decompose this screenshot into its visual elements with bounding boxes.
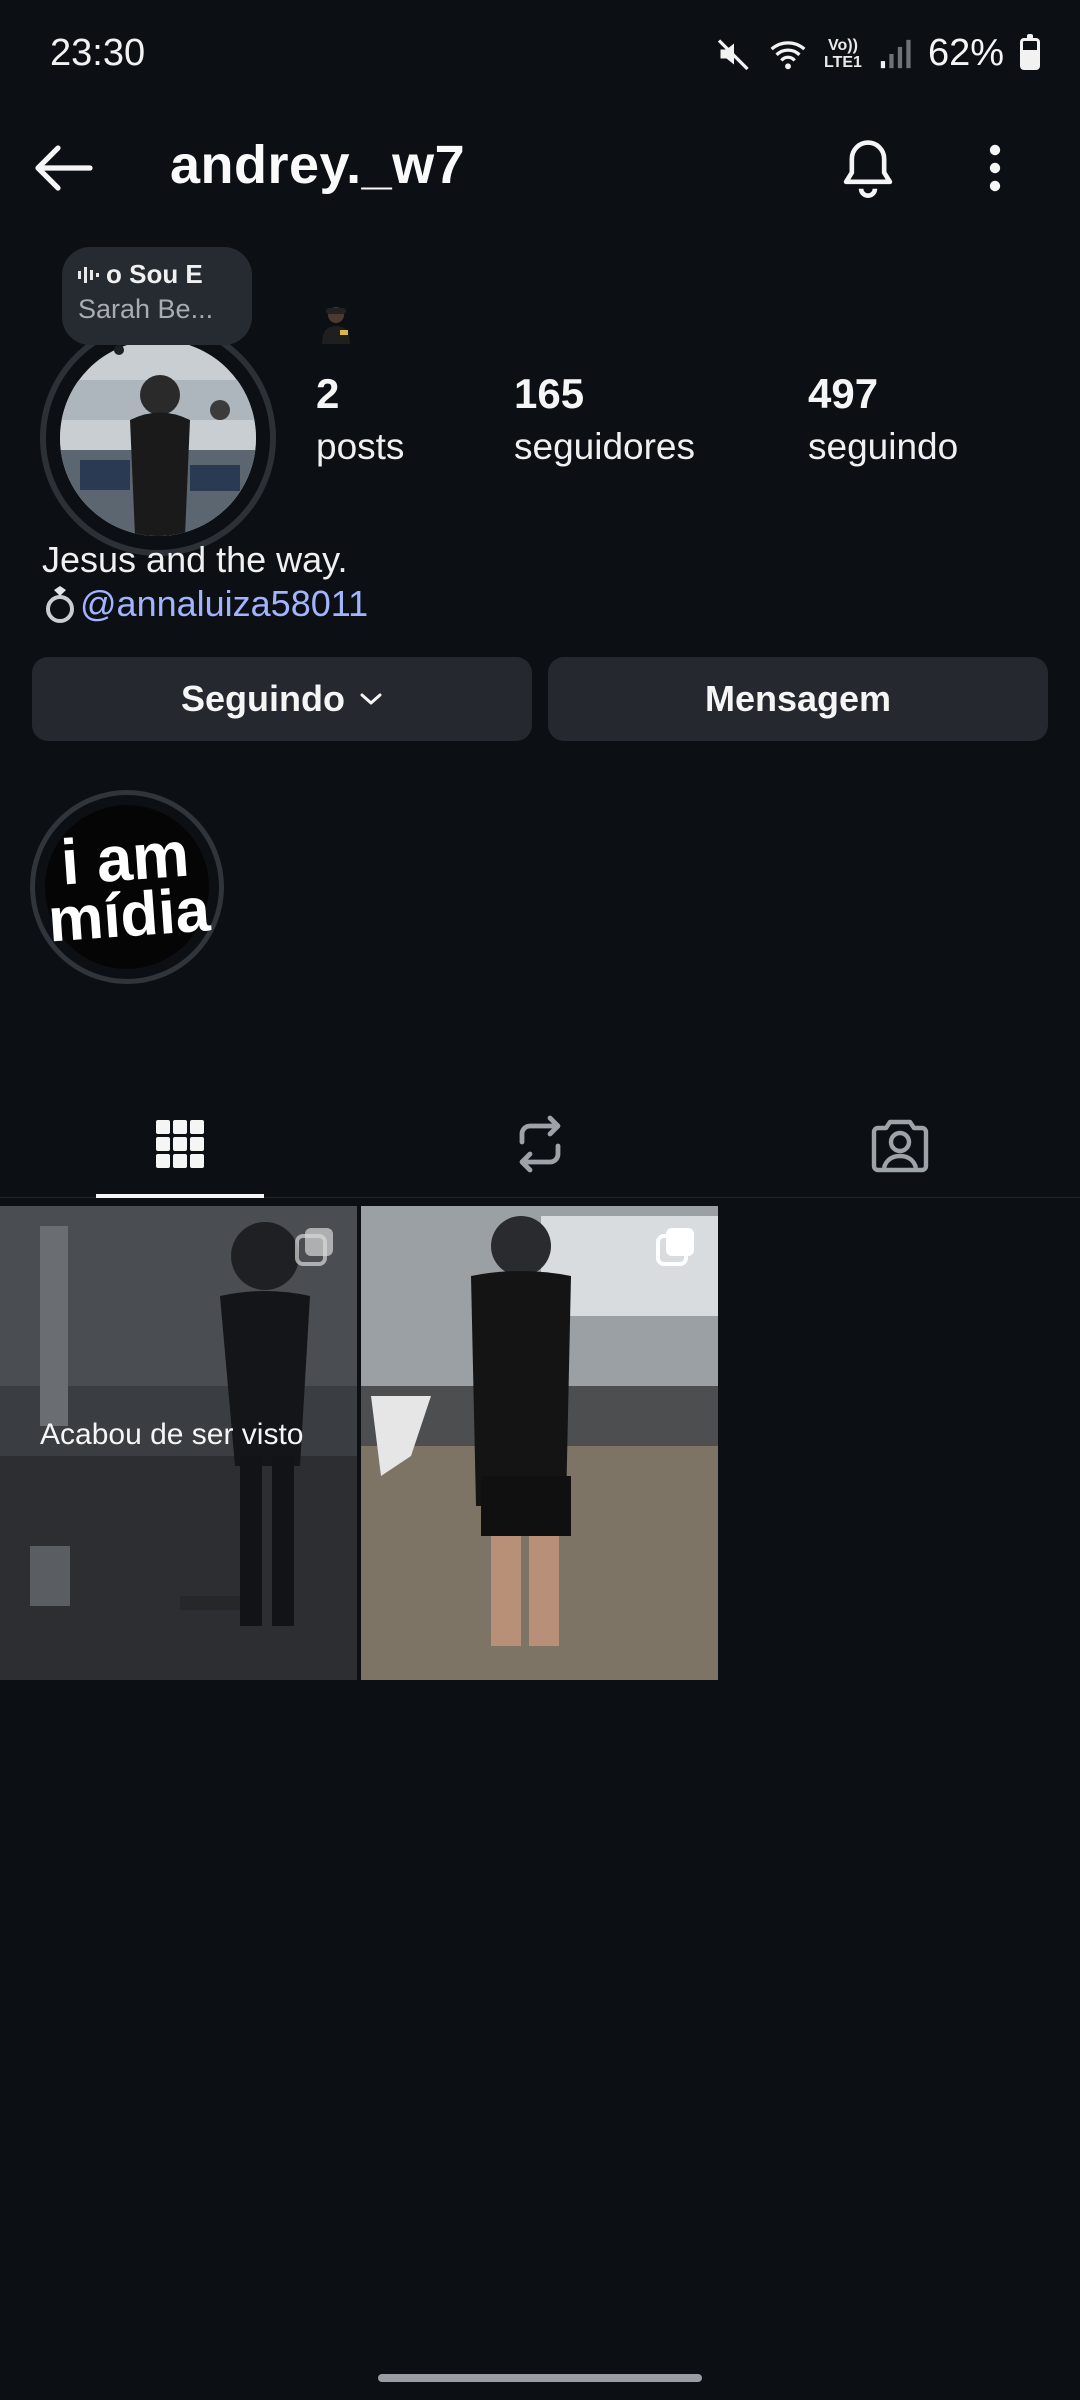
tab-posts-grid[interactable] bbox=[0, 1090, 360, 1198]
highlight-cover: i am mídia bbox=[45, 805, 213, 969]
stat-following[interactable]: 497 seguindo bbox=[808, 370, 958, 468]
lte-indicator: Vo)) LTE1 bbox=[824, 37, 862, 71]
lte-top: Vo)) bbox=[828, 36, 858, 54]
top-nav: andrey._w7 bbox=[0, 110, 1080, 220]
battery-icon bbox=[1020, 33, 1040, 70]
following-button[interactable]: Seguindo bbox=[32, 657, 532, 741]
posts-count: 2 bbox=[316, 370, 340, 417]
active-tab-indicator bbox=[96, 1194, 264, 1198]
stat-followers[interactable]: 165 seguidores bbox=[514, 370, 695, 468]
avatar bbox=[60, 340, 256, 536]
notifications-button[interactable] bbox=[830, 130, 906, 206]
followers-label: seguidores bbox=[514, 426, 696, 467]
music-title: o Sou E bbox=[106, 259, 203, 289]
status-icons: Vo)) LTE1 62% bbox=[716, 32, 1040, 75]
multi-photo-icon bbox=[295, 1228, 333, 1266]
post-image-2 bbox=[361, 1206, 718, 1680]
posts-label: posts bbox=[316, 426, 405, 467]
bio-line: Jesus and the way. bbox=[42, 539, 348, 580]
signal-icon bbox=[878, 37, 912, 71]
home-indicator[interactable] bbox=[378, 2374, 702, 2382]
followers-count: 165 bbox=[514, 370, 585, 417]
profile-bio: Jesus and the way. @annaluiza58011 bbox=[42, 538, 368, 626]
repost-icon bbox=[519, 1115, 561, 1173]
more-options-button[interactable] bbox=[960, 130, 1030, 206]
profile-avatar-ring[interactable] bbox=[40, 320, 276, 556]
grid-icon bbox=[156, 1120, 204, 1168]
back-button[interactable] bbox=[28, 132, 100, 204]
profile-tabs bbox=[0, 1090, 1080, 1198]
highlight-text-line2: mídia bbox=[45, 875, 213, 956]
lte-bottom: LTE1 bbox=[824, 53, 862, 71]
message-button-label: Mensagem bbox=[704, 678, 892, 719]
message-button[interactable]: Mensagem bbox=[548, 657, 1048, 741]
following-button-label: Seguindo bbox=[181, 678, 345, 719]
following-label: seguindo bbox=[808, 426, 959, 467]
ring-icon bbox=[46, 586, 74, 623]
battery-percent: 62% bbox=[927, 32, 1004, 74]
status-bar: 23:30 Vo)) LTE1 62% bbox=[0, 0, 1080, 110]
back-arrow-icon bbox=[35, 145, 93, 191]
post-thumbnail-1[interactable]: Acabou de ser visto bbox=[0, 1206, 357, 1680]
status-time: 23:30 bbox=[50, 32, 146, 74]
more-vertical-icon bbox=[989, 144, 1001, 192]
story-highlight[interactable]: i am mídia bbox=[30, 790, 224, 984]
tab-tagged[interactable] bbox=[720, 1090, 1080, 1198]
bell-icon bbox=[843, 140, 893, 198]
music-bars-icon bbox=[78, 266, 99, 283]
bio-mention-link[interactable]: @annaluiza58011 bbox=[80, 582, 368, 626]
tab-reposts[interactable] bbox=[360, 1090, 720, 1198]
wifi-icon bbox=[768, 36, 808, 72]
multi-photo-icon bbox=[656, 1228, 694, 1266]
following-count: 497 bbox=[808, 370, 879, 417]
person-emoji-icon bbox=[318, 304, 354, 344]
mute-icon bbox=[716, 36, 752, 72]
post-thumbnail-2[interactable] bbox=[361, 1206, 718, 1680]
post-overlay-label: Acabou de ser visto bbox=[40, 1418, 304, 1451]
stat-posts[interactable]: 2 posts bbox=[316, 370, 404, 468]
music-artist: Sarah Be... bbox=[78, 294, 214, 324]
profile-username: andrey._w7 bbox=[170, 135, 466, 195]
chevron-down-icon bbox=[360, 693, 382, 705]
tagged-person-icon bbox=[871, 1119, 929, 1173]
music-note-pill[interactable]: o Sou E Sarah Be... bbox=[62, 247, 252, 355]
